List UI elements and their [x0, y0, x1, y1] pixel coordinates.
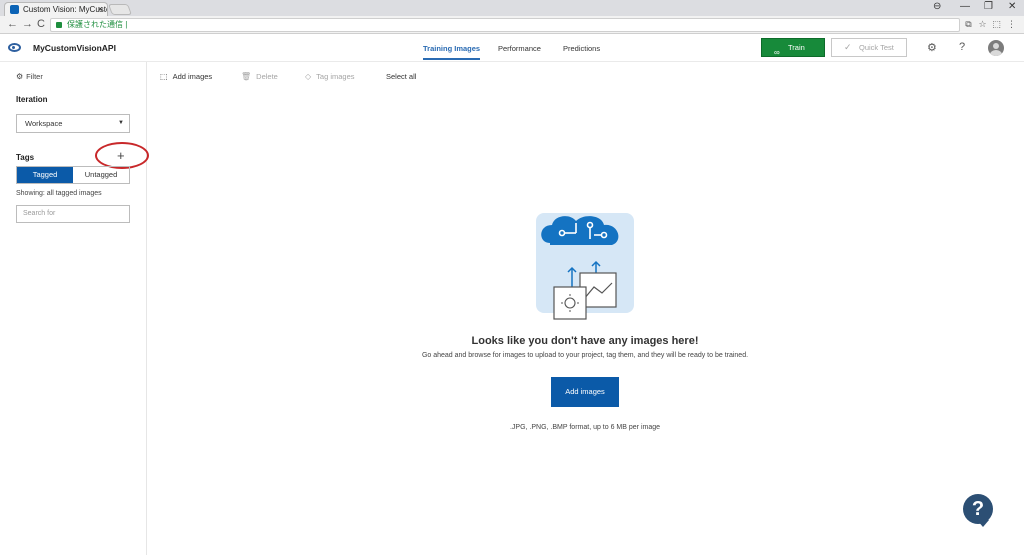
tag-search-input[interactable]: Search for — [16, 205, 130, 223]
settings-gear-icon[interactable]: ⚙ — [927, 41, 937, 54]
help-chat-icon[interactable]: ? — [963, 494, 993, 527]
filter-icon: ⚙ — [16, 72, 24, 81]
address-bar[interactable]: 保護された通信 | — [50, 18, 960, 32]
add-images-label: Add images — [172, 72, 213, 81]
forward-icon[interactable]: → — [22, 18, 33, 30]
empty-state-heading: Looks like you don't have any images her… — [471, 335, 699, 347]
trash-icon: 🗑︎ — [241, 72, 252, 81]
project-name[interactable]: MyCustomVisionAPI — [33, 43, 116, 53]
filter-label: Filter — [26, 72, 43, 81]
tag-icon: ◇ — [305, 72, 312, 81]
bookmark-star-icon[interactable]: ☆ — [977, 19, 988, 30]
iteration-value: Workspace — [25, 119, 63, 128]
tagged-option[interactable]: Tagged — [17, 167, 73, 183]
format-note: .JPG, .PNG, .BMP format, up to 6 MB per … — [509, 424, 661, 431]
user-avatar[interactable] — [988, 40, 1004, 56]
filter-sidebar: ⚙ Filter Iteration Workspace ▼ Tags + Tag… — [0, 62, 149, 555]
add-images-button[interactable]: Add images — [551, 377, 619, 407]
window-close-icon[interactable]: ✕ — [1008, 1, 1016, 12]
new-tab-button[interactable] — [107, 4, 133, 15]
address-text: 保護された通信 | — [67, 20, 128, 29]
tagged-toggle: Tagged Untagged — [16, 166, 130, 184]
browser-tab[interactable]: Custom Vision: MyCustom × — [4, 2, 108, 16]
showing-status: Showing: all tagged images — [16, 190, 102, 197]
dropdown-caret-icon: ▼ — [118, 120, 124, 126]
browser-toolbar: ← → C 保護された通信 | ⧉ ☆ ⬚ ⋮ — [0, 16, 1024, 34]
check-icon: ✓ — [844, 42, 852, 52]
tab-performance[interactable]: Performance — [498, 44, 541, 53]
restore-icon[interactable]: ❐ — [984, 1, 993, 12]
reload-icon[interactable]: C — [37, 18, 45, 30]
tab-predictions[interactable]: Predictions — [563, 44, 600, 53]
browser-tab-title: Custom Vision: MyCustom — [23, 5, 108, 14]
add-tag-plus-icon[interactable]: + — [117, 149, 125, 162]
filter-toggle[interactable]: ⚙ Filter — [16, 72, 43, 81]
quick-test-button[interactable]: ✓ Quick Test — [831, 38, 907, 57]
help-question-icon[interactable]: ? — [959, 41, 965, 53]
profile-icon[interactable]: ⊖ — [933, 1, 941, 12]
train-button[interactable]: ∞ Train — [761, 38, 825, 57]
app-header: MyCustomVisionAPI Training Images Perfor… — [0, 34, 1024, 62]
image-frame-front-icon — [553, 286, 587, 320]
iteration-heading: Iteration — [16, 95, 48, 104]
train-label: Train — [788, 43, 805, 52]
tag-images-toolbar-button[interactable]: ◇ Tag images — [305, 72, 355, 81]
custom-vision-eye-icon[interactable] — [8, 43, 21, 52]
browser-tab-bar: Custom Vision: MyCustom × ⊖ — ❐ ✕ — [0, 0, 1024, 16]
minimize-icon[interactable]: — — [960, 1, 970, 12]
quick-test-label: Quick Test — [859, 43, 894, 52]
iteration-select[interactable]: Workspace ▼ — [16, 114, 130, 133]
tag-images-label: Tag images — [316, 72, 355, 81]
custom-vision-favicon-icon — [10, 5, 19, 14]
upload-illustration — [536, 213, 634, 320]
select-all-button[interactable]: Select all — [386, 72, 416, 81]
add-images-toolbar-button[interactable]: ⬚ Add images — [160, 72, 212, 81]
browser-menu-icon[interactable]: ⋮ — [1006, 19, 1017, 30]
back-icon[interactable]: ← — [7, 18, 18, 30]
delete-label: Delete — [256, 72, 278, 81]
add-image-icon: ⬚ — [160, 72, 168, 81]
lock-icon — [56, 22, 62, 28]
train-gears-icon: ∞ — [774, 48, 780, 57]
tags-heading: Tags — [16, 153, 35, 162]
translate-icon[interactable]: ⧉ — [963, 19, 974, 30]
tab-training-images[interactable]: Training Images — [423, 44, 481, 60]
delete-toolbar-button[interactable]: 🗑︎ Delete — [241, 72, 278, 81]
tab-close-icon[interactable]: × — [98, 3, 103, 16]
extension-icon[interactable]: ⬚ — [991, 19, 1002, 30]
empty-state-description: Go ahead and browse for images to upload… — [421, 352, 749, 359]
untagged-option[interactable]: Untagged — [73, 167, 129, 183]
